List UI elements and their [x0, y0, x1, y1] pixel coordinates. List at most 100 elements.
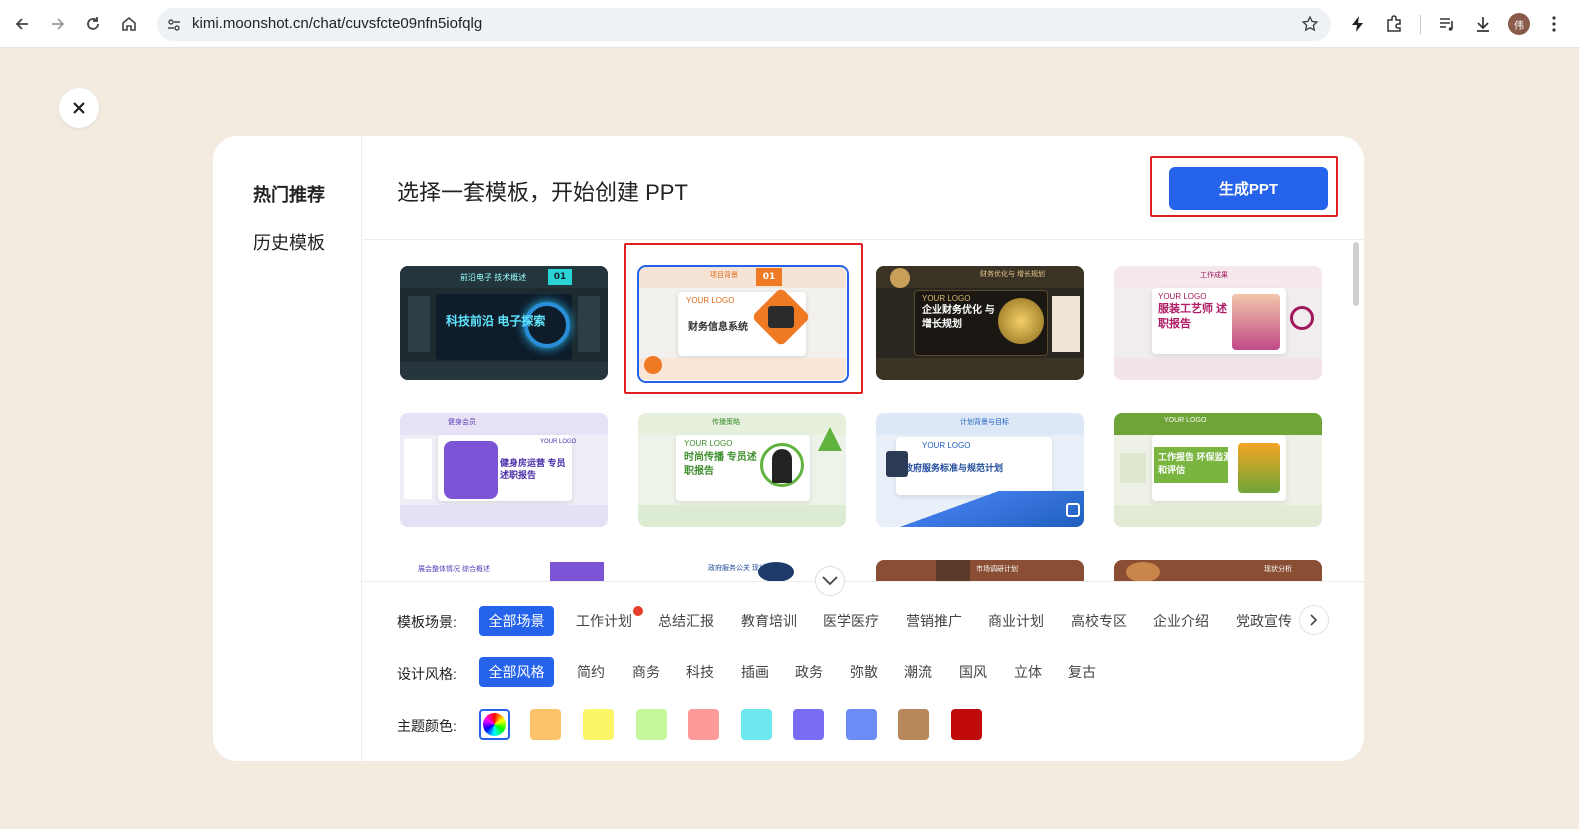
template-tag: 传播策略 [712, 419, 740, 426]
scene-chip-all[interactable]: 全部场景 [479, 606, 554, 636]
template-logo-text: YOUR LOGO [1158, 292, 1207, 301]
page-title: 选择一套模板，开始创建 PPT [397, 180, 688, 205]
template-card[interactable]: 计划背景与目标 YOUR LOGO 政府服务标准与规范计划 [876, 413, 1084, 527]
scene-chip-company[interactable]: 企业介绍 [1149, 606, 1213, 636]
template-badge: 01 [548, 269, 572, 285]
color-swatch-all[interactable] [479, 709, 510, 740]
template-title: 科技前沿 电子探索 [446, 314, 546, 328]
template-card[interactable]: 传播策略 YOUR LOGO 时尚传播 专员述职报告 [638, 413, 846, 527]
browser-toolbar: kimi.moonshot.cn/chat/cuvsfcte09nfn5iofq… [0, 0, 1579, 48]
download-icon[interactable] [1472, 13, 1494, 35]
template-title: 健身房运营 专员述职报告 [500, 458, 566, 480]
style-chip-trendy[interactable]: 潮流 [896, 657, 940, 687]
address-bar[interactable]: kimi.moonshot.cn/chat/cuvsfcte09nfn5iofq… [157, 8, 1331, 41]
style-filter-label: 设计风格: [397, 666, 457, 682]
template-title: 企业财务优化 与增长规划 [922, 305, 995, 330]
template-tag: 现状分析 [1264, 566, 1292, 573]
rainbow-icon [483, 713, 506, 736]
template-logo-text: YOUR LOGO [922, 294, 971, 303]
template-tag: 市场调研计划 [976, 566, 1018, 573]
chevron-down-icon [822, 576, 838, 586]
close-icon [73, 102, 85, 114]
close-dialog-button[interactable] [59, 88, 99, 128]
scene-chip-business-plan[interactable]: 商业计划 [984, 606, 1048, 636]
color-swatch-pink[interactable] [688, 709, 719, 740]
scene-chip-education[interactable]: 教育培训 [737, 606, 801, 636]
scene-chip-summary[interactable]: 总结汇报 [654, 606, 718, 636]
media-control-icon[interactable] [1436, 13, 1458, 35]
scene-chip-work-plan[interactable]: 工作计划 [572, 606, 636, 636]
template-grid: 前沿电子 技术概述 01 科技前沿 电子探索 项目背景 01 YOUR LOGO… [362, 240, 1364, 581]
style-chip-government[interactable]: 政务 [787, 657, 831, 687]
chevron-right-icon [1310, 614, 1318, 626]
scene-chip-party[interactable]: 党政宣传 [1232, 606, 1296, 636]
template-card[interactable]: 工作成果 YOUR LOGO 服装工艺师 述职报告 [1114, 266, 1322, 380]
template-tag: 健身会员 [448, 419, 476, 426]
template-card[interactable]: YOUR LOGO 工作报告 环保监测和评估 [1114, 413, 1322, 527]
expand-grid-button[interactable] [815, 566, 845, 596]
bookmark-star-icon[interactable] [1301, 15, 1319, 33]
style-chip-tech[interactable]: 科技 [678, 657, 722, 687]
style-chip-simple[interactable]: 简约 [569, 657, 613, 687]
template-tag: 工作成果 [1200, 272, 1228, 279]
scene-chip-university[interactable]: 高校专区 [1067, 606, 1131, 636]
color-swatch-blue[interactable] [846, 709, 877, 740]
style-chip-business[interactable]: 商务 [624, 657, 668, 687]
sidebar-item-hot[interactable]: 热门推荐 [253, 181, 325, 207]
toolbar-separator [1420, 15, 1421, 34]
browser-menu-icon[interactable] [1543, 13, 1565, 35]
template-sidebar: 热门推荐 历史模板 [213, 136, 362, 761]
extension-bolt-icon[interactable] [1347, 13, 1369, 35]
template-picker-dialog: 热门推荐 历史模板 选择一套模板，开始创建 PPT 生成PPT 前沿电子 技术概… [213, 136, 1364, 761]
scene-filter-label: 模板场景: [397, 614, 457, 630]
template-card[interactable]: 健身会员 健身房运营 专员述职报告 YOUR LOGO [400, 413, 608, 527]
style-chip-chinese[interactable]: 国风 [951, 657, 995, 687]
color-swatch-orange[interactable] [530, 709, 561, 740]
style-chip-3d[interactable]: 立体 [1006, 657, 1050, 687]
back-icon[interactable] [10, 12, 34, 36]
template-grid-scrollbar[interactable] [1353, 242, 1359, 306]
profile-avatar[interactable]: 伟 [1508, 13, 1530, 35]
scene-chip-marketing[interactable]: 营销推广 [902, 606, 966, 636]
site-info-icon[interactable] [165, 16, 183, 34]
template-card[interactable]: 现状分析 [1114, 560, 1322, 581]
scene-scroll-right-button[interactable] [1299, 605, 1329, 635]
color-swatch-cyan[interactable] [741, 709, 772, 740]
template-tag: 财务优化与 增长规划 [980, 271, 1045, 278]
filter-divider [362, 581, 1364, 582]
url-text[interactable]: kimi.moonshot.cn/chat/cuvsfcte09nfn5iofq… [192, 15, 482, 32]
extensions-puzzle-icon[interactable] [1383, 13, 1405, 35]
template-main: 选择一套模板，开始创建 PPT 生成PPT 前沿电子 技术概述 01 科技前沿 … [362, 136, 1364, 761]
template-title: 工作报告 环保监测和评估 [1158, 452, 1233, 475]
template-card[interactable]: 前沿电子 技术概述 01 科技前沿 电子探索 [400, 266, 608, 380]
template-logo-text: YOUR LOGO [540, 439, 577, 445]
template-title: 服装工艺师 述职报告 [1158, 303, 1228, 330]
forward-icon[interactable] [46, 12, 70, 36]
template-tag: 计划背景与目标 [960, 419, 1009, 426]
scene-chip-medical[interactable]: 医学医疗 [819, 606, 883, 636]
style-chip-all[interactable]: 全部风格 [479, 657, 554, 687]
style-chip-illustration[interactable]: 插画 [733, 657, 777, 687]
hot-badge-icon [633, 606, 643, 616]
selected-template-highlight-box [624, 243, 863, 394]
color-swatch-yellow[interactable] [583, 709, 614, 740]
template-card[interactable]: 展会整体情况 综合概述 [400, 560, 608, 581]
sidebar-item-history[interactable]: 历史模板 [253, 229, 325, 255]
color-filter-label: 主题颜色: [397, 718, 457, 734]
template-title: 时尚传播 专员述职报告 [684, 452, 757, 477]
style-chip-retro[interactable]: 复古 [1060, 657, 1104, 687]
color-swatch-green[interactable] [636, 709, 667, 740]
template-logo-text: YOUR LOGO [1164, 417, 1207, 424]
reload-icon[interactable] [81, 12, 105, 36]
home-icon[interactable] [117, 12, 141, 36]
color-swatch-purple[interactable] [793, 709, 824, 740]
template-logo-text: YOUR LOGO [922, 441, 971, 450]
template-title: 政府服务标准与规范计划 [904, 463, 1004, 473]
template-card[interactable]: 财务优化与 增长规划 YOUR LOGO 企业财务优化 与增长规划 [876, 266, 1084, 380]
color-swatch-brown[interactable] [898, 709, 929, 740]
template-card[interactable]: 市场调研计划 [876, 560, 1084, 581]
generate-ppt-button[interactable]: 生成PPT [1169, 167, 1328, 210]
color-swatch-red[interactable] [951, 709, 982, 740]
style-chip-diffuse[interactable]: 弥散 [842, 657, 886, 687]
template-logo-text: YOUR LOGO [684, 439, 733, 448]
